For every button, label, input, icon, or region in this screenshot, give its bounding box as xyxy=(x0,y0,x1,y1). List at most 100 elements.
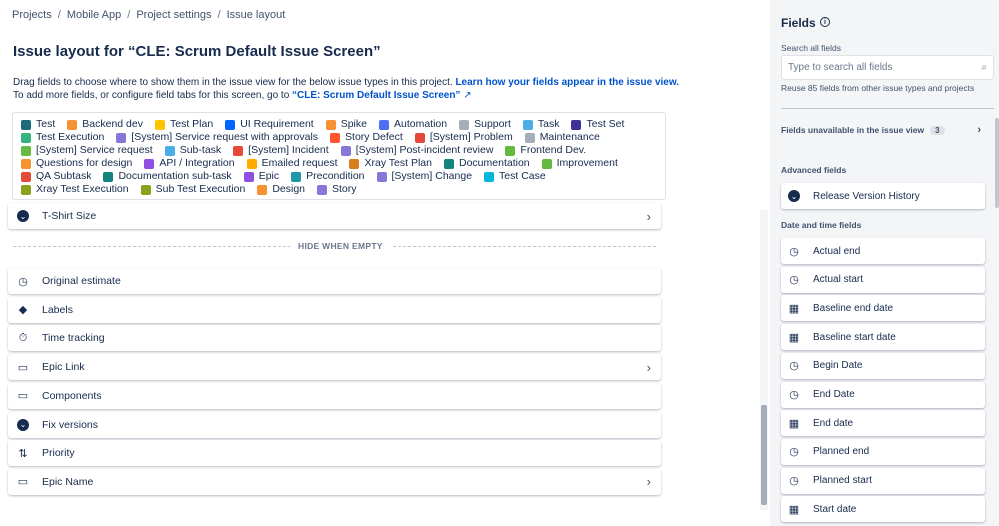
stopwatch-icon: ⏱ xyxy=(18,331,28,344)
issue-type-icon xyxy=(349,158,360,169)
calendar-icon: ▦ xyxy=(788,331,800,344)
issue-type-label: Improvement xyxy=(556,157,618,169)
calendar-icon: ▦ xyxy=(788,417,800,430)
search-placeholder: Type to search all fields xyxy=(788,62,893,73)
chevron-right-icon: › xyxy=(646,359,651,375)
field-row[interactable]: ◆ Labels xyxy=(8,296,661,323)
field-row[interactable]: ⌄ Fix versions xyxy=(8,411,661,438)
search-input[interactable]: Type to search all fields ⌕ xyxy=(781,55,994,80)
breadcrumb-issue-layout[interactable]: Issue layout xyxy=(227,9,286,21)
sidebar-field[interactable]: ◷ Planned start xyxy=(781,467,985,494)
date-time-fields-heading: Date and time fields xyxy=(781,220,862,230)
field-label: Components xyxy=(42,389,102,402)
issue-type-label: Emailed request xyxy=(261,157,338,169)
issue-type-icon xyxy=(541,158,552,169)
sidebar-field[interactable]: ◷ Actual start xyxy=(781,266,985,293)
sidebar-field[interactable]: ▦ Start date xyxy=(781,496,985,523)
sidebar-field[interactable]: ▦ Baseline start date xyxy=(781,324,985,351)
issue-type-icon xyxy=(484,171,495,182)
tag-icon: ◆ xyxy=(18,304,28,317)
issue-type-icon xyxy=(246,158,257,169)
sidebar-field[interactable]: ◷ Planned end xyxy=(781,438,985,465)
field-icon: ▭ xyxy=(17,361,29,374)
breadcrumb-project-settings[interactable]: Project settings xyxy=(136,9,211,21)
main-scrollbar[interactable] xyxy=(760,210,768,510)
field-label: End Date xyxy=(813,389,855,400)
dropdown-icon: ⌄ xyxy=(16,418,30,432)
sidebar-field[interactable]: ◷ Begin Date xyxy=(781,352,985,379)
issue-type-icon xyxy=(67,119,78,130)
search-label: Search all fields xyxy=(781,43,842,53)
field-row[interactable]: ⏱ Time tracking xyxy=(8,325,661,352)
field-release-version-history[interactable]: ⌄ Release Version History xyxy=(781,183,985,209)
issue-type-icon xyxy=(414,132,425,143)
issue-type: Frontend Dev. xyxy=(505,144,586,157)
issue-type: Improvement xyxy=(541,157,618,170)
issue-type: Design xyxy=(257,183,305,196)
breadcrumb-projects[interactable]: Projects xyxy=(12,9,52,21)
issue-type-label: QA Subtask xyxy=(36,170,92,182)
field-label: Planned start xyxy=(813,475,872,487)
field-row[interactable]: ▭ Components xyxy=(8,382,661,409)
issue-type-icon xyxy=(243,171,254,182)
issue-type-label: Sub-task xyxy=(179,144,222,156)
sidebar-field[interactable]: ▦ Baseline end date xyxy=(781,295,985,322)
field-label: Planned end xyxy=(813,446,870,458)
issue-type-label: Frontend Dev. xyxy=(520,144,587,156)
issue-type: Questions for design xyxy=(21,157,132,170)
issue-type-label: Xray Test Plan xyxy=(364,157,432,169)
issue-type: Backend dev xyxy=(67,118,143,131)
field-label: Fix versions xyxy=(42,418,99,431)
issue-type-icon xyxy=(291,171,302,182)
screen-link[interactable]: “CLE: Scrum Default Issue Screen” xyxy=(292,90,460,101)
issue-type-label: Story xyxy=(332,183,357,195)
field-row[interactable]: ◷ Original estimate xyxy=(8,268,661,294)
fields-unavailable-toggle[interactable]: Fields unavailable in the issue view 3 › xyxy=(781,124,981,136)
issue-type-label: [System] Problem xyxy=(429,131,513,143)
sidebar-scrollbar[interactable] xyxy=(995,118,999,208)
sidebar-title: Fields xyxy=(781,16,816,30)
issue-type: Sub Test Execution xyxy=(140,183,245,196)
clock-icon: ◷ xyxy=(789,475,799,488)
search-hint: Reuse 85 fields from other issue types a… xyxy=(781,83,975,93)
issue-type-label: [System] Change xyxy=(391,170,473,182)
issue-type: QA Subtask xyxy=(21,170,91,183)
sidebar-field[interactable]: ◷ Actual end xyxy=(781,238,985,264)
description-text: Drag fields to choose where to show them… xyxy=(13,77,453,88)
issue-type-icon xyxy=(257,184,268,195)
issue-type-icon xyxy=(21,145,31,156)
issue-type: Automation xyxy=(378,118,447,131)
issue-type-icon xyxy=(571,119,582,130)
issue-type-icon xyxy=(505,145,516,156)
page-title: Issue layout for “CLE: Scrum Default Iss… xyxy=(13,43,381,60)
clock-icon: ◷ xyxy=(789,389,799,401)
issue-type-icon xyxy=(21,171,31,182)
sort-icon: ⇅ xyxy=(18,447,28,460)
issue-type-icon xyxy=(21,132,31,143)
sidebar-field[interactable]: ▦ End date xyxy=(781,410,985,437)
field-label: Start date xyxy=(813,503,857,515)
field-label: Priority xyxy=(42,447,75,460)
issue-type-icon xyxy=(522,119,533,130)
issue-type: [System] Service request with approvals xyxy=(116,131,318,144)
issue-type: Test Plan xyxy=(154,118,213,131)
field-label: Labels xyxy=(42,303,73,316)
breadcrumb-mobile-app[interactable]: Mobile App xyxy=(67,9,121,21)
issue-type-label: Story Defect xyxy=(345,131,403,143)
issue-type-icon xyxy=(103,171,114,182)
issue-type-icon xyxy=(317,184,327,195)
info-icon[interactable]: i xyxy=(820,17,830,27)
field-row[interactable]: ▭ Epic Link › xyxy=(8,354,661,381)
learn-more-link[interactable]: Learn how your fields appear in the issu… xyxy=(455,77,679,88)
issue-type-label: UI Requirement xyxy=(240,118,314,130)
field-row[interactable]: ⇅ Priority xyxy=(8,440,661,467)
field-row[interactable]: ▭ Epic Name › xyxy=(8,468,661,495)
sidebar-field[interactable]: ◷ End Date xyxy=(781,381,985,408)
issue-layout-main: Projects / Mobile App / Project settings / … xyxy=(0,0,770,526)
search-icon: ⌕ xyxy=(981,62,987,73)
fields-sidebar: Fields i Search all fields Type to searc… xyxy=(770,0,999,526)
field-tshirt-size[interactable]: ⌄ T-Shirt Size › xyxy=(8,203,661,229)
issue-type-icon xyxy=(144,158,155,169)
issue-type-label: Test Execution xyxy=(36,131,105,143)
issue-type-label: Test Set xyxy=(586,118,625,130)
